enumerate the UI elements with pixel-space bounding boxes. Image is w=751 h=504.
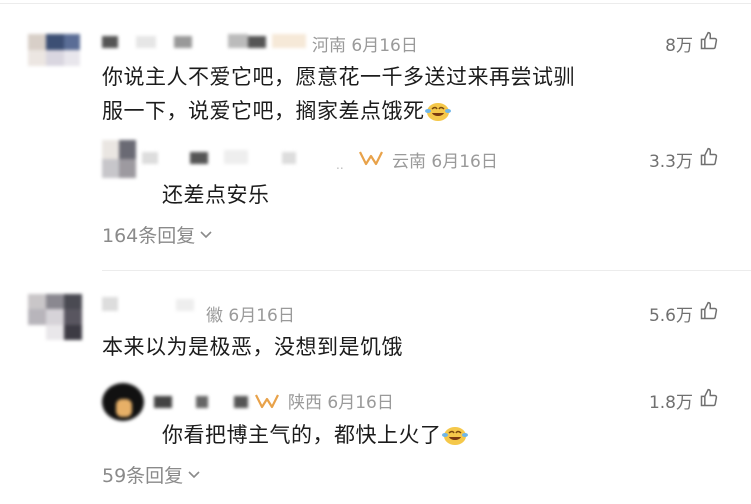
laugh-cry-emoji-icon — [441, 422, 468, 445]
thumbs-up-icon — [699, 301, 719, 326]
reply-count-label: 164条回复 — [102, 225, 196, 247]
comment-2: 徽 6月16日 5.6万 本来以为是极恶，没想到是饥饿 陕西 6月16日 1.8… — [0, 270, 751, 504]
comment-location-date: 徽 6月16日 — [206, 306, 295, 326]
thumbs-up-icon — [699, 31, 719, 56]
comment-location-date: 河南 6月16日 — [312, 36, 418, 56]
reply-username-blurred[interactable] — [154, 394, 254, 410]
reply-like-count: 1.8万 — [648, 393, 693, 413]
view-replies-button[interactable]: 164条回复 — [102, 221, 213, 248]
like-count: 5.6万 — [648, 306, 693, 326]
badge-icon — [254, 392, 280, 410]
like-button[interactable]: 5.6万 — [649, 301, 719, 326]
reply-username-blurred[interactable] — [142, 150, 342, 166]
comment-text-line2: 服一下，说爱它吧，搁家差点饿死 — [102, 94, 722, 128]
reply-text: 还差点安乐 — [162, 183, 270, 207]
comment-1: 河南 6月16日 8万 你说主人不爱它吧，愿意花一千多送过来再尝试驯 服一下，说… — [0, 0, 751, 265]
badge-icon — [358, 149, 384, 167]
reply-location-date: 陕西 6月16日 — [288, 393, 394, 413]
chevron-down-icon — [199, 224, 213, 246]
chevron-down-icon — [187, 464, 201, 486]
like-button[interactable]: 8万 — [665, 31, 719, 56]
reply-like-button[interactable]: 1.8万 — [649, 388, 719, 413]
username-blurred[interactable] — [102, 297, 212, 313]
reply-count-label: 59条回复 — [102, 465, 184, 487]
reply-avatar[interactable] — [102, 383, 144, 421]
reply-text: 你看把博主气的，都快上火了 — [162, 418, 468, 452]
comment-text-line1: 你说主人不爱它吧，愿意花一千多送过来再尝试驯 — [102, 65, 575, 89]
reply-avatar[interactable] — [102, 140, 136, 178]
thumbs-up-icon — [699, 388, 719, 413]
avatar[interactable] — [28, 294, 82, 340]
view-replies-button[interactable]: 59条回复 — [102, 461, 201, 488]
comment-text: 你说主人不爱它吧，愿意花一千多送过来再尝试驯 服一下，说爱它吧，搁家差点饿死 — [102, 60, 722, 128]
reply-location-date: 云南 6月16日 — [392, 152, 498, 172]
reply-like-button[interactable]: 3.3万 — [649, 147, 719, 172]
laugh-cry-emoji-icon — [424, 98, 451, 121]
like-count: 8万 — [665, 36, 693, 56]
avatar[interactable] — [28, 34, 80, 66]
thumbs-up-icon — [699, 147, 719, 172]
comment-text: 本来以为是极恶，没想到是饥饿 — [102, 335, 403, 359]
dots-separator: .. — [336, 158, 344, 172]
reply-like-count: 3.3万 — [648, 152, 693, 172]
username-blurred[interactable] — [102, 34, 312, 50]
